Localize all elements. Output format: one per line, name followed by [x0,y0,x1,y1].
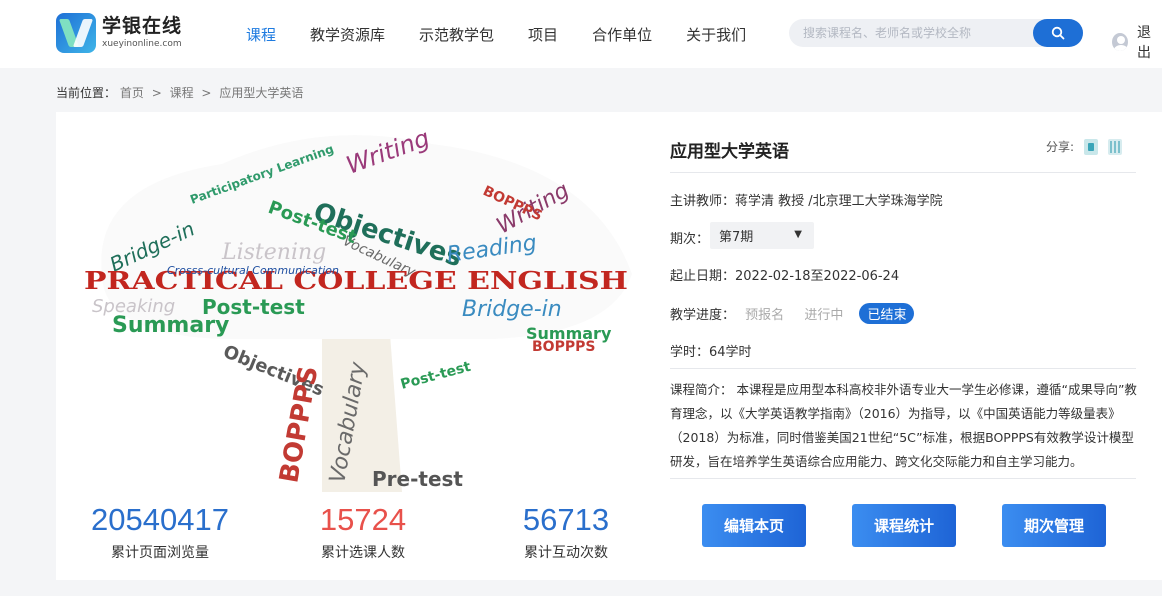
period-manage-button[interactable]: 期次管理 [1002,504,1106,547]
cloud-word-listening: Listening [221,240,326,265]
breadcrumb-prefix: 当前位置： [56,86,117,100]
search-button[interactable] [1033,19,1083,47]
progress-row: 教学进度： 预报名 进行中 已结束 [670,303,915,324]
breadcrumb-home[interactable]: 首页 [120,86,144,100]
site-logo[interactable]: 学银在线 xueyinonline.com [56,10,182,56]
stat-interactions-label: 累计互动次数 [524,545,608,561]
period-row: 期次： 第7期 ▼ [670,222,814,249]
progress-step-finished: 已结束 [859,303,915,324]
nav-item-partners[interactable]: 合作单位 [592,24,652,45]
cloud-word-bridge-in-2: Bridge-in [462,297,562,322]
stat-interactions: 56713 累计互动次数 [506,502,626,562]
cloud-word-summary: Summary [112,313,229,338]
course-title: 应用型大学英语 [670,142,789,162]
course-card: Listening Participatory Learning Objecti… [56,112,1162,580]
cloud-word-bopps-right: BOPPPS [532,339,595,355]
top-header: 学银在线 xueyinonline.com 课程 教学资源库 示范教学包 项目 … [0,0,1162,68]
course-stats: 20540417 累计页面浏览量 15724 累计选课人数 56713 累计互动… [56,502,676,572]
breadcrumb-current: 应用型大学英语 [219,86,304,100]
progress-step-preregistration: 预报名 [745,308,785,323]
course-intro: 课程简介： 本课程是应用型本科高校非外语专业大一学生必修课，遵循“成果导向”教育… [670,382,1137,469]
stat-interactions-value: 56713 [522,502,610,537]
stat-enrollments-label: 累计选课人数 [321,545,405,561]
search-bar [789,19,1083,47]
search-icon [1051,26,1065,40]
nav-item-courses[interactable]: 课程 [246,24,276,45]
edit-page-button[interactable]: 编辑本页 [702,504,806,547]
avatar[interactable] [1112,33,1129,51]
logout-link[interactable]: 退出 [1137,22,1162,62]
period-value: 第7期 [719,230,754,245]
nav-item-about[interactable]: 关于我们 [686,24,746,45]
course-cover-image: Listening Participatory Learning Objecti… [84,124,633,492]
share-label: 分享: [1046,140,1075,154]
user-area: 退出 [1112,22,1162,62]
breadcrumb-separator: > [151,86,162,100]
nav-item-resources[interactable]: 教学资源库 [310,24,385,45]
cloud-word-main-title: PRACTICAL COLLEGE ENGLISH [84,266,628,295]
course-teacher: 主讲教师：蒋学清 教授 /北京理工大学珠海学院 [670,194,943,209]
divider [670,368,1136,369]
period-select[interactable]: 第7期 ▼ [710,222,814,249]
nav-item-demo-packages[interactable]: 示范教学包 [419,24,494,45]
stat-enrollments: 15724 累计选课人数 [303,502,423,562]
stat-page-views-value: 20540417 [91,502,229,537]
course-hours: 学时：64学时 [670,345,752,360]
stat-page-views-label: 累计页面浏览量 [111,545,209,561]
logo-name: 学银在线 [102,15,183,37]
dropdown-caret-icon: ▼ [794,229,802,240]
course-stats-button[interactable]: 课程统计 [852,504,956,547]
cloud-word-post-test-3: Post-test [399,359,473,393]
stat-page-views: 20540417 累计页面浏览量 [90,502,230,562]
divider [670,478,1136,479]
main-nav: 课程 教学资源库 示范教学包 项目 合作单位 关于我们 [246,0,780,68]
divider [670,172,1136,173]
share-wechat-icon[interactable] [1084,138,1099,155]
cloud-word-cross-cultural: Crosss-cultural Communication [167,264,339,277]
course-dates: 起止日期：2022-02-18至2022-06-24 [670,269,900,284]
breadcrumb-courses[interactable]: 课程 [170,86,194,100]
logo-domain: xueyinonline.com [102,39,182,49]
progress-step-ongoing: 进行中 [804,308,844,323]
nav-item-projects[interactable]: 项目 [528,24,558,45]
share-qrcode-icon[interactable] [1108,138,1123,155]
cloud-word-pre-test: Pre-test [372,467,463,491]
breadcrumb: 当前位置： 首页 > 课程 > 应用型大学英语 [56,84,303,101]
period-label: 期次： [670,232,710,247]
share-area: 分享: [1046,138,1123,155]
logo-mark-icon [56,13,96,53]
breadcrumb-separator: > [201,86,212,100]
search-input[interactable] [803,24,1023,42]
progress-label: 教学进度： [670,308,736,323]
stat-enrollments-value: 15724 [319,502,407,537]
